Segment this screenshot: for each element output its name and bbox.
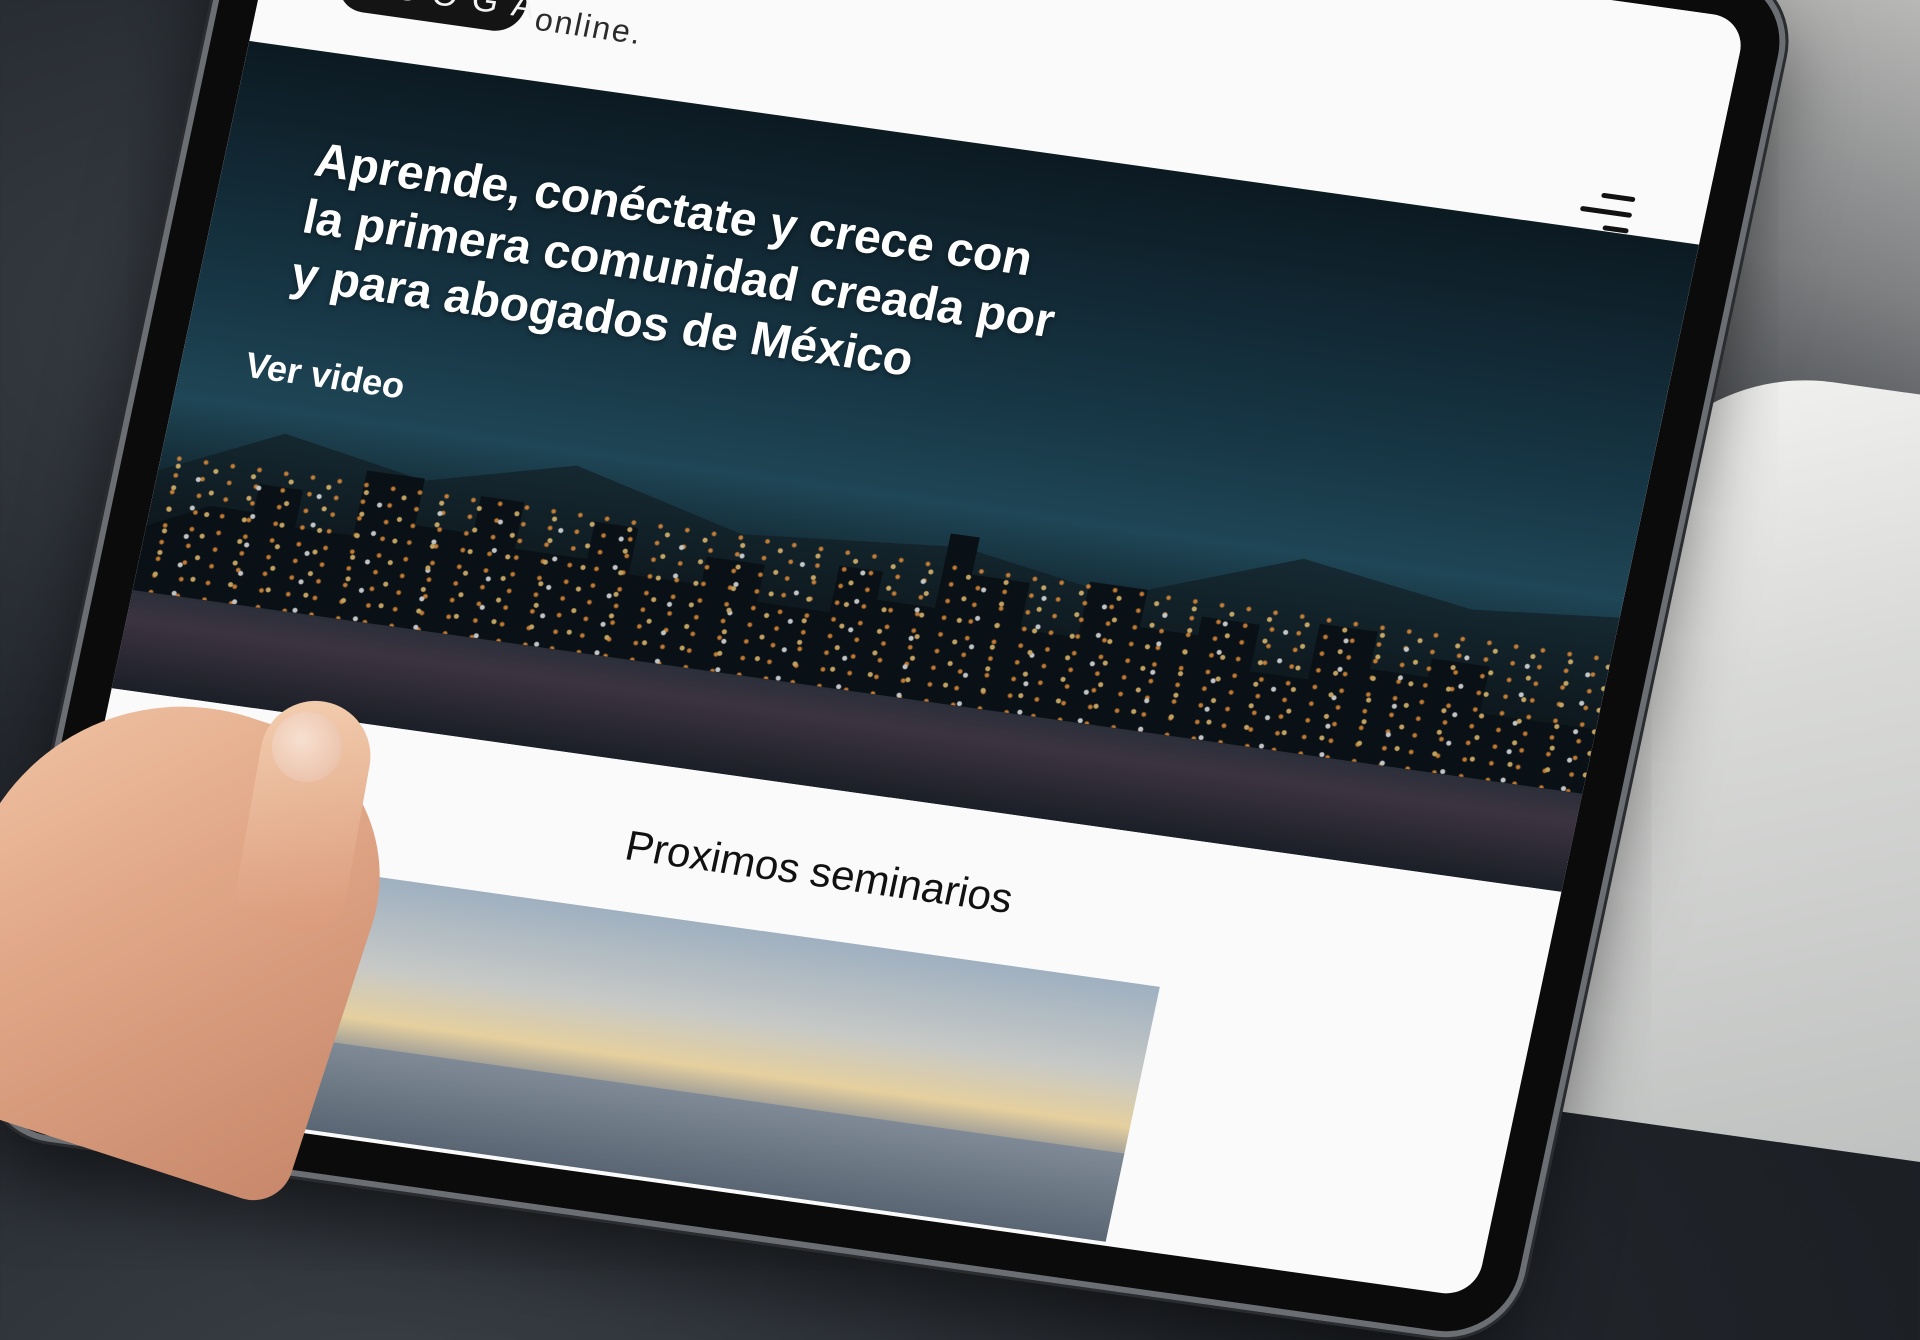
logo-text: ABOGA: [356, 0, 553, 28]
menu-line: [1600, 192, 1636, 203]
menu-line: [1579, 205, 1633, 218]
logo[interactable]: ABOGA: [333, 0, 553, 35]
logo-suffix: online.: [531, 0, 647, 52]
watch-video-link[interactable]: Ver video: [241, 344, 409, 407]
